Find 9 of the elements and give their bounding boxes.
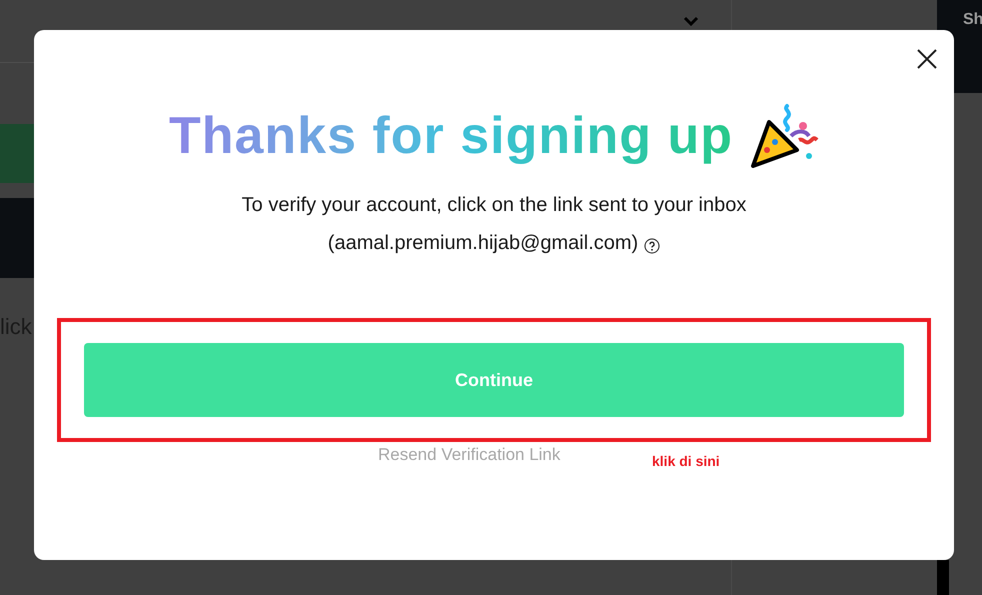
dark-strip [937, 560, 949, 595]
email-address: (aamal.premium.hijab@gmail.com) [328, 231, 638, 256]
verification-message: To verify your account, click on the link sent to your inbox [242, 193, 746, 218]
help-icon[interactable] [644, 238, 660, 254]
close-button[interactable] [916, 48, 938, 70]
close-icon [916, 48, 938, 70]
resend-verification-link[interactable]: Resend Verification Link [378, 442, 560, 468]
continue-button[interactable]: Continue [84, 343, 904, 417]
annotation-text: klik di sini [652, 452, 720, 471]
